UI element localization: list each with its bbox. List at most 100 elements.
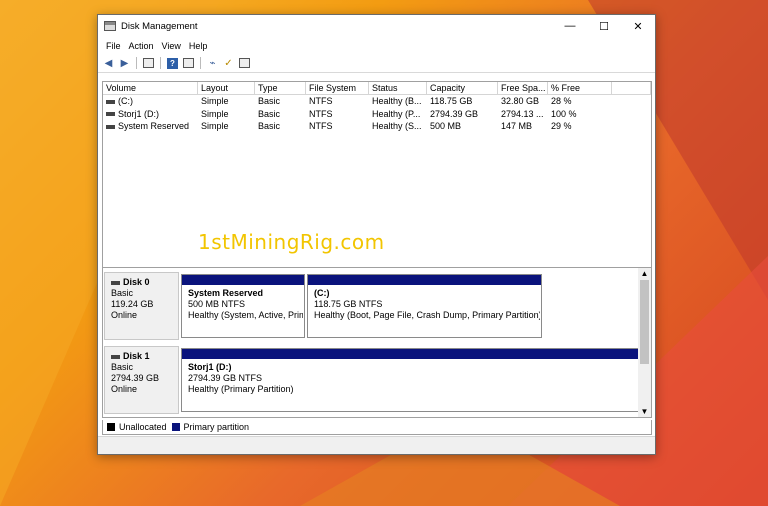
partition-name: (C:) <box>314 288 330 298</box>
column-type[interactable]: Type <box>255 82 306 94</box>
cell-layout: Simple <box>201 121 229 131</box>
primary-partition-bar <box>182 275 304 285</box>
vertical-scrollbar[interactable]: ▲ ▼ <box>638 268 651 417</box>
partition-storj1-d[interactable]: Storj1 (D:) 2794.39 GB NTFS Healthy (Pri… <box>181 348 639 412</box>
primary-partition-bar <box>182 349 638 359</box>
disk-1-row: Disk 1 Basic 2794.39 GB Online Storj1 (D… <box>103 346 639 417</box>
partition-name: Storj1 (D:) <box>188 362 232 372</box>
legend-primary-partition: Primary partition <box>183 422 250 432</box>
cell-free-space: 32.80 GB <box>501 96 540 106</box>
toolbar-separator <box>136 57 137 69</box>
partition-status: Healthy (Boot, Page File, Crash Dump, Pr… <box>314 310 541 320</box>
partition-status: Healthy (Primary Partition) <box>188 384 294 394</box>
column-percent-free[interactable]: % Free <box>548 82 612 94</box>
back-arrow-icon[interactable]: ◀ <box>102 57 115 70</box>
disk-1-label[interactable]: Disk 1 Basic 2794.39 GB Online <box>104 346 179 414</box>
scroll-down-icon[interactable]: ▼ <box>638 406 651 417</box>
legend: Unallocated Primary partition <box>102 420 652 435</box>
cell-percent-free: 100 % <box>551 108 577 119</box>
column-volume[interactable]: Volume <box>103 82 198 94</box>
partition-size: 118.75 GB NTFS <box>314 299 383 309</box>
cell-capacity: 118.75 GB <box>430 96 473 106</box>
minimize-button[interactable]: — <box>553 15 587 37</box>
disk-type: Basic <box>111 288 134 298</box>
cell-volume: System Reserved <box>118 121 190 131</box>
partition-c[interactable]: (C:) 118.75 GB NTFS Healthy (Boot, Page … <box>307 274 542 338</box>
cell-type: Basic <box>258 121 281 131</box>
disk-icon <box>111 354 120 359</box>
disk-name: Disk 1 <box>123 351 150 361</box>
column-status[interactable]: Status <box>369 82 427 94</box>
table-row[interactable]: (C:) Simple Basic NTFS Healthy (B... 118… <box>103 95 651 108</box>
watermark: 1stMiningRig.com <box>198 230 385 254</box>
cell-layout: Simple <box>201 108 229 119</box>
cell-status: Healthy (P... <box>372 108 421 119</box>
toolbar-separator <box>200 57 201 69</box>
rescan-icon[interactable]: ⌁ <box>206 57 219 70</box>
unallocated-swatch <box>107 423 115 431</box>
drive-icon <box>106 99 115 104</box>
legend-unallocated: Unallocated <box>119 422 167 432</box>
cell-capacity: 2794.39 GB <box>430 108 479 119</box>
show-hide-icon[interactable] <box>182 57 195 70</box>
cell-layout: Simple <box>201 96 229 106</box>
menu-file[interactable]: File <box>102 41 125 51</box>
menu-view[interactable]: View <box>158 41 185 51</box>
disk-state: Online <box>111 384 138 394</box>
menu-bar: File Action View Help <box>98 37 655 54</box>
cell-file-system: NTFS <box>309 121 333 131</box>
partition-size: 2794.39 GB NTFS <box>188 373 263 383</box>
disk-graphical-view: Disk 0 Basic 119.24 GB Online System Res… <box>102 267 652 418</box>
cell-free-space: 2794.13 ... <box>501 108 544 119</box>
table-row[interactable]: Storj1 (D:) Simple Basic NTFS Healthy (P… <box>103 108 651 121</box>
close-button[interactable]: ✕ <box>621 15 655 37</box>
toolbar-separator <box>160 57 161 69</box>
drive-icon <box>106 112 115 117</box>
cell-status: Healthy (B... <box>372 96 422 106</box>
cell-percent-free: 29 % <box>551 121 572 131</box>
cell-status: Healthy (S... <box>372 121 422 131</box>
disk-management-app-icon <box>104 21 116 31</box>
cell-file-system: NTFS <box>309 108 333 119</box>
cell-volume: (C:) <box>118 96 133 106</box>
column-spacer <box>612 82 651 94</box>
cell-type: Basic <box>258 96 281 106</box>
partition-status: Healthy (System, Active, Prim <box>188 310 304 320</box>
drive-icon <box>106 124 115 129</box>
disk-icon <box>111 280 120 285</box>
disk-0-label[interactable]: Disk 0 Basic 119.24 GB Online <box>104 272 179 340</box>
check-icon[interactable]: ✓ <box>222 57 235 70</box>
scroll-thumb[interactable] <box>640 280 649 364</box>
disk-state: Online <box>111 310 138 320</box>
partition-system-reserved[interactable]: System Reserved 500 MB NTFS Healthy (Sys… <box>181 274 305 338</box>
status-bar <box>98 436 655 454</box>
help-icon[interactable]: ? <box>166 57 179 70</box>
cell-free-space: 147 MB <box>501 121 533 131</box>
maximize-button[interactable]: ☐ <box>587 15 621 37</box>
console-icon[interactable] <box>238 57 251 70</box>
cell-capacity: 500 MB <box>430 121 462 131</box>
column-layout[interactable]: Layout <box>198 82 255 94</box>
column-free-space[interactable]: Free Spa... <box>498 82 548 94</box>
menu-action[interactable]: Action <box>125 41 158 51</box>
column-capacity[interactable]: Capacity <box>427 82 498 94</box>
table-row[interactable]: System Reserved Simple Basic NTFS Health… <box>103 120 651 133</box>
volume-list-header: Volume Layout Type File System Status Ca… <box>103 82 651 95</box>
disk-size: 119.24 GB <box>111 299 154 309</box>
disk-0-row: Disk 0 Basic 119.24 GB Online System Res… <box>103 272 639 344</box>
primary-partition-swatch <box>171 423 180 431</box>
cell-volume: Storj1 (D:) <box>118 108 160 119</box>
column-file-system[interactable]: File System <box>306 82 369 94</box>
disk-size: 2794.39 GB <box>111 373 160 383</box>
disk-type: Basic <box>111 362 134 372</box>
partition-size: 500 MB NTFS <box>188 299 246 309</box>
cell-percent-free: 28 % <box>551 96 572 106</box>
window-title: Disk Management <box>121 20 198 32</box>
cell-file-system: NTFS <box>309 96 333 106</box>
scroll-up-icon[interactable]: ▲ <box>638 268 651 279</box>
title-bar[interactable]: Disk Management — ☐ ✕ <box>98 15 655 37</box>
properties-icon[interactable] <box>142 57 155 70</box>
forward-arrow-icon[interactable]: ▶ <box>118 57 131 70</box>
partition-name: System Reserved <box>188 288 264 298</box>
menu-help[interactable]: Help <box>185 41 212 51</box>
